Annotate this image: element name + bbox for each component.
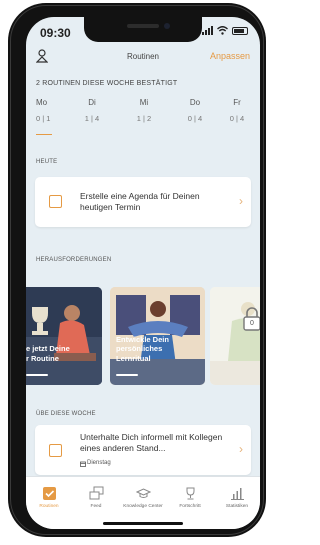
day-di[interactable]: Di 1 | 4 [77,98,107,123]
task-text: Erstelle eine Agenda für Deinen heutigen… [80,191,200,212]
challenge-tile-locked[interactable]: 0 [210,287,260,385]
signal-icon [202,26,213,35]
feed-icon [89,486,103,499]
tile-illustration [26,287,102,385]
wifi-icon [217,26,228,35]
day-name: Mi [139,98,149,107]
adjust-button[interactable]: Anpassen [210,51,250,61]
task-text: Unterhalte Dich informell mit Kollegen e… [80,432,223,453]
speaker [127,24,159,28]
today-task-card[interactable]: Erstelle eine Agenda für Deinen heutigen… [35,177,251,227]
day-fr[interactable]: Fr 0 | 4 [222,98,252,123]
calendar-icon [80,461,86,467]
tile-progress [26,374,48,376]
day-do[interactable]: Do 0 | 4 [180,98,210,123]
day-mo[interactable]: Mo 0 | 1 [36,98,66,123]
week-heading: 2 ROUTINEN DIESE WOCHE BESTÄTIGT [36,80,178,87]
week-days: Mo 0 | 1 Di 1 | 4 Mi 1 | 2 Do 0 | 4 Fr 0 | 4 [36,98,252,132]
task-day: Dienstag [87,460,111,466]
week-task-card[interactable]: Unterhalte Dich informell mit Kollegen e… [35,425,251,475]
day-name: Di [88,98,96,107]
week-practice-section-label: ÜBE DIESE WOCHE [36,411,96,417]
task-checkbox[interactable] [49,195,62,208]
tile-caption: Entwickle Dein persönliches Lernritual [116,334,169,363]
challenges-section-label: HERAUSFORDERUNGEN [36,257,112,263]
day-count: 0 | 4 [187,114,203,123]
tab-routinen[interactable]: Routinen [26,485,72,509]
day-name: Do [189,98,201,107]
checkbox-icon [42,486,56,500]
day-count: 0 | 1 [36,114,51,123]
challenges-carousel[interactable]: e jetzt Deine r Routine Entwickle Dein p… [26,287,260,387]
lock-number: 0 [250,320,254,327]
battery-icon [232,26,248,35]
tab-bar: Routinen Feed Knowledge Center Fortschri… [26,476,260,529]
graduation-cap-icon [135,487,151,498]
status-icons [202,26,248,35]
camera [164,23,170,29]
task-checkbox[interactable] [49,444,62,457]
day-count: 1 | 2 [136,114,152,123]
tab-label: Feed [90,504,102,509]
tile-progress [116,374,138,376]
day-mi[interactable]: Mi 1 | 2 [129,98,159,123]
challenge-tile[interactable]: e jetzt Deine r Routine [26,287,102,385]
tab-label: Statistiken [225,504,249,509]
challenge-tile[interactable]: Entwickle Dein persönliches Lernritual [110,287,205,385]
today-section-label: HEUTE [36,159,58,165]
tile-illustration [210,287,260,385]
app-header: Routinen Anpassen [26,47,260,69]
day-count: 0 | 4 [229,114,245,123]
notch [84,17,202,42]
day-name: Fr [233,98,241,107]
selected-day-indicator [36,134,52,135]
home-indicator [103,522,183,525]
tab-fortschritt[interactable]: Fortschritt [167,485,213,509]
tab-feed[interactable]: Feed [73,485,119,509]
chevron-right-icon: › [239,442,243,456]
lock-icon [243,307,260,331]
tab-label: Fortschritt [179,504,201,509]
tab-statistiken[interactable]: Statistiken [214,485,260,509]
chevron-right-icon: › [239,194,243,208]
bar-chart-icon [230,487,244,500]
tab-knowledge-center[interactable]: Knowledge Center [120,485,166,509]
trophy-icon [186,487,194,499]
day-count: 1 | 4 [84,114,100,123]
tab-label: Routinen [39,504,59,509]
status-time: 09:30 [40,26,71,40]
day-name: Mo [36,98,48,107]
tile-caption: e jetzt Deine r Routine [26,344,70,363]
tab-label: Knowledge Center [123,504,163,509]
app-screen: 09:30 Routinen Anpassen 2 ROUTINEN DIESE… [26,17,260,529]
